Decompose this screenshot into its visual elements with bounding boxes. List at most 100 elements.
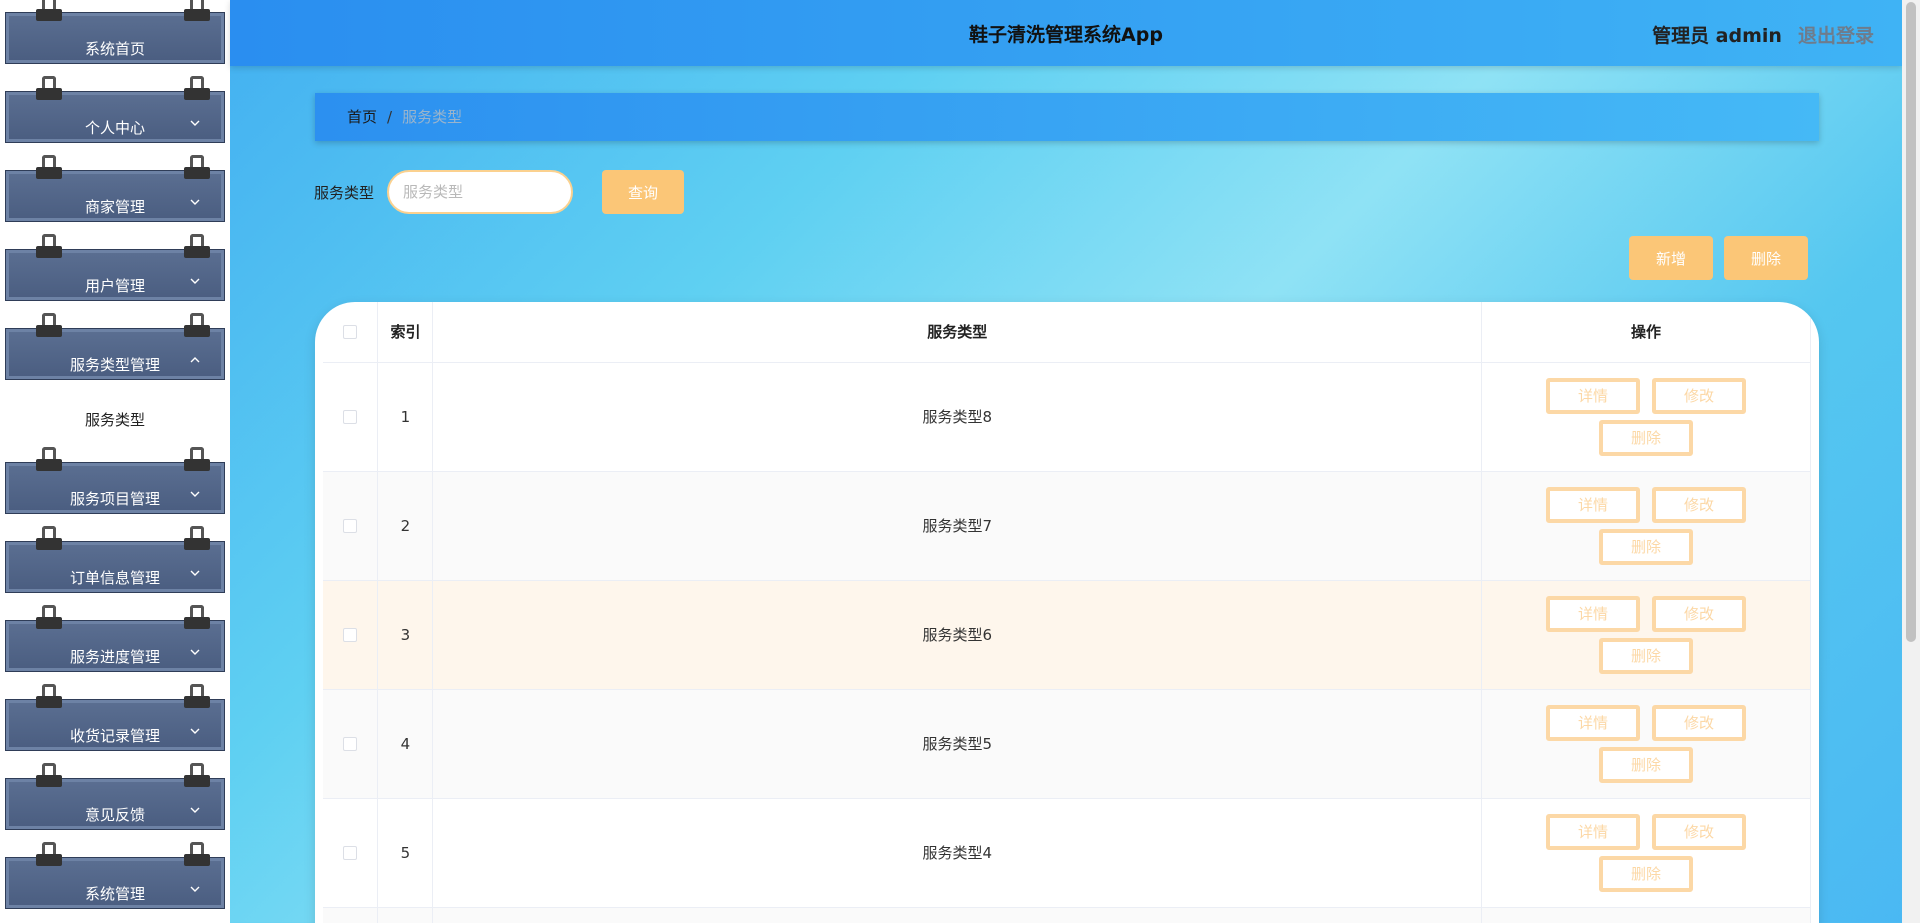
breadcrumb-home[interactable]: 首页 [347, 108, 377, 126]
chevron-down-icon [190, 489, 200, 499]
table-row: 3 服务类型6 详情 修改 删除 [323, 580, 1811, 690]
sidebar-item-system[interactable]: 系统管理 [5, 842, 225, 909]
delete-button[interactable]: 删除 [1599, 855, 1693, 892]
edit-button[interactable]: 修改 [1652, 595, 1746, 632]
binder-clip-icon [36, 313, 62, 337]
row-checkbox[interactable] [343, 846, 358, 860]
binder-clip-icon [184, 605, 210, 629]
edit-button[interactable]: 修改 [1652, 377, 1746, 414]
logout-link[interactable]: 退出登录 [1798, 25, 1874, 47]
sidebar-item-users[interactable]: 用户管理 [5, 234, 225, 301]
edit-button[interactable]: 修改 [1652, 486, 1746, 523]
sidebar-item-service-progress[interactable]: 服务进度管理 [5, 605, 225, 672]
detail-button[interactable]: 详情 [1546, 377, 1640, 414]
delete-button[interactable]: 删除 [1599, 528, 1693, 565]
sidebar-item-service-type[interactable]: 服务类型管理 [5, 313, 225, 380]
chevron-down-icon [190, 805, 200, 815]
edit-button[interactable]: 修改 [1652, 704, 1746, 741]
breadcrumb-separator: / [387, 108, 393, 126]
sidebar-item-orders[interactable]: 订单信息管理 [5, 526, 225, 593]
data-table: 索引 服务类型 操作 1 服务类型8 详情 修改 删除 2 服务类型7 详情 修… [323, 302, 1811, 923]
binder-clip-icon [36, 155, 62, 179]
batch-delete-button[interactable]: 删除 [1724, 236, 1808, 280]
sidebar-item-personal-center[interactable]: 个人中心 [5, 76, 225, 143]
edit-button[interactable]: 修改 [1652, 813, 1746, 850]
detail-button[interactable]: 详情 [1546, 704, 1640, 741]
table-header-row: 索引 服务类型 操作 [323, 302, 1811, 363]
row-service-type: 服务类型6 [432, 580, 1483, 690]
row-index: 5 [377, 798, 434, 908]
binder-clip-icon [184, 684, 210, 708]
binder-clip-icon [184, 842, 210, 866]
binder-clip-icon [184, 0, 210, 21]
column-header-index: 索引 [377, 302, 434, 363]
binder-clip-icon [184, 234, 210, 258]
row-index: 2 [377, 471, 434, 581]
row-service-type: 服务类型8 [432, 362, 1483, 472]
top-header: 鞋子清洗管理系统App 管理员 admin 退出登录 [230, 0, 1902, 66]
detail-button[interactable]: 详情 [1546, 813, 1640, 850]
row-index: 3 [377, 580, 434, 690]
binder-clip-icon [184, 313, 210, 337]
table-row: 5 服务类型4 详情 修改 删除 [323, 798, 1811, 908]
sidebar-item-receipts[interactable]: 收货记录管理 [5, 684, 225, 751]
sidebar-item-feedback[interactable]: 意见反馈 [5, 763, 225, 830]
sidebar-item-home[interactable]: 系统首页 [5, 0, 225, 64]
binder-clip-icon [184, 76, 210, 100]
row-index: 1 [377, 362, 434, 472]
chevron-down-icon [190, 197, 200, 207]
data-table-card: 索引 服务类型 操作 1 服务类型8 详情 修改 删除 2 服务类型7 详情 修… [315, 302, 1819, 923]
chevron-down-icon [190, 884, 200, 894]
page-scrollbar[interactable] [1902, 0, 1920, 923]
row-index: 4 [377, 689, 434, 799]
sidebar-item-label: 系统首页 [84, 40, 145, 58]
table-row: 4 服务类型5 详情 修改 删除 [323, 689, 1811, 799]
binder-clip-icon [36, 447, 62, 471]
query-button[interactable]: 查询 [602, 170, 684, 214]
row-service-type: 服务类型7 [432, 471, 1483, 581]
chevron-down-icon [190, 568, 200, 578]
column-header-service-type: 服务类型 [432, 302, 1483, 363]
delete-button[interactable]: 删除 [1599, 637, 1693, 674]
sidebar: 系统首页 个人中心 商家管理 用户管理 服务类型管理 服务类型 服务项目管理 订… [0, 0, 230, 923]
binder-clip-icon [36, 684, 62, 708]
binder-clip-icon [184, 447, 210, 471]
binder-clip-icon [36, 605, 62, 629]
chevron-down-icon [190, 726, 200, 736]
table-row: 2 服务类型7 详情 修改 删除 [323, 471, 1811, 581]
binder-clip-icon [184, 155, 210, 179]
chevron-down-icon [190, 118, 200, 128]
breadcrumb-current: 服务类型 [402, 108, 463, 126]
row-checkbox[interactable] [343, 410, 358, 424]
scrollbar-thumb[interactable] [1906, 2, 1916, 642]
sidebar-item-merchant[interactable]: 商家管理 [5, 155, 225, 222]
table-row: 1 服务类型8 详情 修改 删除 [323, 362, 1811, 472]
breadcrumb: 首页 / 服务类型 [315, 93, 1819, 141]
row-checkbox[interactable] [343, 628, 358, 642]
binder-clip-icon [36, 234, 62, 258]
search-label: 服务类型 [314, 184, 375, 202]
delete-button[interactable]: 删除 [1599, 419, 1693, 456]
row-checkbox[interactable] [343, 519, 358, 533]
add-button[interactable]: 新增 [1629, 236, 1713, 280]
binder-clip-icon [184, 763, 210, 787]
sidebar-item-service-project[interactable]: 服务项目管理 [5, 447, 225, 514]
user-area: 管理员 admin 退出登录 [1652, 21, 1874, 48]
search-input[interactable] [387, 170, 573, 214]
binder-clip-icon [36, 526, 62, 550]
column-header-operations: 操作 [1481, 302, 1811, 363]
binder-clip-icon [36, 763, 62, 787]
table-row-partial [323, 907, 1811, 923]
binder-clip-icon [184, 526, 210, 550]
select-all-cell [323, 302, 379, 363]
detail-button[interactable]: 详情 [1546, 595, 1640, 632]
binder-clip-icon [36, 76, 62, 100]
submenu-item-service-type[interactable]: 服务类型 [0, 405, 230, 435]
row-checkbox[interactable] [343, 737, 358, 751]
binder-clip-icon [36, 0, 62, 21]
select-all-checkbox[interactable] [343, 325, 358, 340]
delete-button[interactable]: 删除 [1599, 746, 1693, 783]
chevron-up-icon [190, 355, 200, 365]
chevron-down-icon [190, 647, 200, 657]
detail-button[interactable]: 详情 [1546, 486, 1640, 523]
